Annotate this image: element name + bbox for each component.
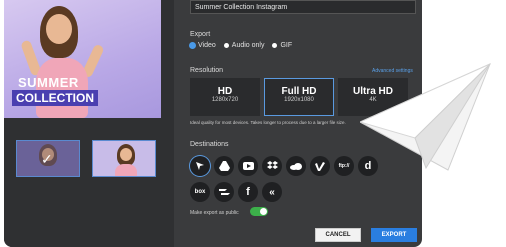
thumbnail-1[interactable]: ✓ [16, 140, 80, 177]
destinations-label: Destinations [190, 141, 229, 148]
destinations-row-2: box f « [190, 182, 282, 202]
cursor-icon[interactable] [190, 156, 210, 176]
format-video[interactable]: Video [190, 42, 216, 49]
resolution-label: Resolution [190, 67, 224, 74]
facebook-icon[interactable]: f [238, 182, 258, 202]
cancel-button[interactable]: CANCEL [315, 228, 361, 242]
radio-icon [223, 43, 229, 48]
video-preview: SUMMER COLLECTION [4, 0, 161, 118]
wrike-icon[interactable] [214, 182, 234, 202]
radio-selected-icon [190, 43, 195, 48]
dropbox-icon[interactable] [262, 156, 282, 176]
box-icon[interactable]: box [190, 182, 210, 202]
title-input[interactable]: Summer Collection Instagram [190, 0, 416, 14]
resolution-full-hd[interactable]: Full HD 1920x1080 [264, 78, 334, 116]
paper-plane-icon [360, 63, 491, 171]
ftp-icon[interactable]: ftp:// [334, 156, 354, 176]
public-label: Make export as public [190, 210, 239, 216]
destinations-row-1: ftp:// d [190, 156, 378, 176]
k-icon[interactable]: « [262, 182, 282, 202]
resolution-note: Ideal quality for most devices. Takes lo… [190, 120, 346, 125]
google-drive-icon[interactable] [214, 156, 234, 176]
left-pane: SUMMER COLLECTION ✓ [4, 0, 174, 247]
thumbnail-2[interactable] [92, 140, 156, 177]
vimeo-icon[interactable] [310, 156, 330, 176]
public-toggle[interactable] [250, 207, 268, 216]
format-radio-group: Video Audio only GIF [190, 42, 292, 49]
resolution-hd[interactable]: HD 1280x720 [190, 78, 260, 116]
radio-icon [272, 43, 278, 48]
export-button[interactable]: EXPORT [371, 228, 417, 242]
export-label: Export [190, 31, 211, 38]
format-audio[interactable]: Audio only [223, 42, 264, 49]
check-icon: ✓ [41, 151, 53, 167]
preview-title-line1: SUMMER [18, 75, 79, 90]
onedrive-icon[interactable] [286, 156, 306, 176]
preview-title-line2: COLLECTION [12, 90, 98, 106]
youtube-icon[interactable] [238, 156, 258, 176]
format-gif[interactable]: GIF [272, 42, 292, 49]
